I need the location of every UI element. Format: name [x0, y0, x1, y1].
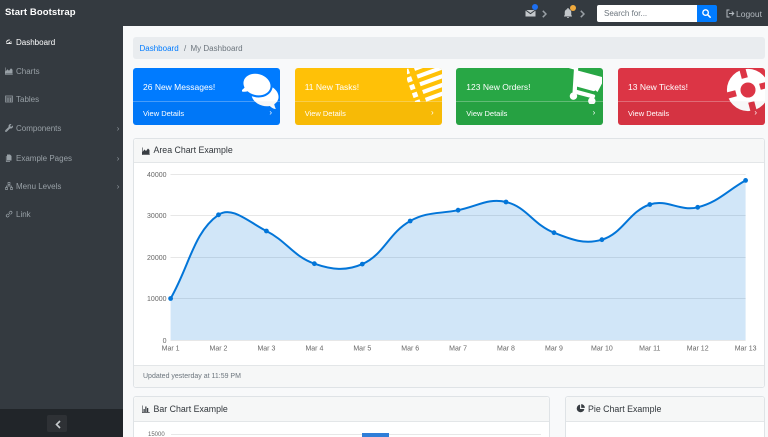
- svg-text:Mar 1: Mar 1: [162, 345, 180, 352]
- svg-text:Mar 12: Mar 12: [687, 345, 709, 352]
- svg-text:Mar 5: Mar 5: [353, 345, 371, 352]
- svg-text:Mar 6: Mar 6: [401, 345, 419, 352]
- svg-text:Mar 9: Mar 9: [545, 345, 563, 352]
- svg-text:40000: 40000: [147, 172, 167, 179]
- svg-text:Mar 13: Mar 13: [735, 345, 757, 352]
- svg-text:Mar 4: Mar 4: [305, 345, 323, 352]
- svg-text:Mar 11: Mar 11: [639, 345, 660, 352]
- svg-text:30000: 30000: [147, 213, 167, 220]
- svg-text:Mar 10: Mar 10: [591, 345, 613, 352]
- svg-text:Mar 7: Mar 7: [449, 345, 467, 352]
- svg-text:0: 0: [163, 338, 167, 345]
- svg-text:Mar 3: Mar 3: [257, 345, 275, 352]
- svg-text:Mar 2: Mar 2: [210, 345, 228, 352]
- svg-text:10000: 10000: [147, 296, 167, 303]
- svg-text:Mar 8: Mar 8: [497, 345, 515, 352]
- svg-text:20000: 20000: [147, 255, 167, 262]
